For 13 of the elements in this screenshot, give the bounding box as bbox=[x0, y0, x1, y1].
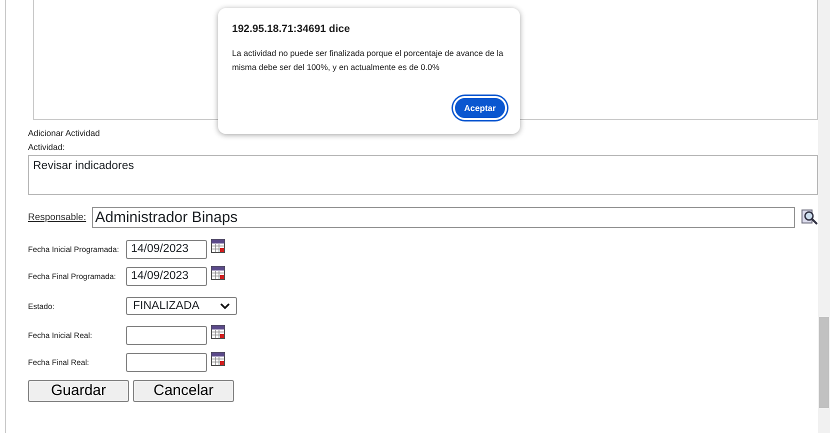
save-button[interactable]: Guardar bbox=[28, 380, 129, 402]
date-field[interactable]: 14/09/2023 bbox=[126, 267, 207, 286]
responsible-link[interactable]: Responsable: bbox=[28, 210, 86, 225]
dialog-title: 192.95.18.71:34691 dice bbox=[232, 22, 351, 37]
cancel-button[interactable]: Cancelar bbox=[133, 380, 234, 402]
activity-field[interactable]: Revisar indicadores bbox=[28, 155, 818, 196]
field-label: Actividad: bbox=[28, 142, 66, 152]
accept-button[interactable]: Aceptar bbox=[453, 96, 507, 120]
date-field[interactable]: 14/09/2023 bbox=[126, 240, 207, 260]
form-heading: Adicionar Actividad bbox=[28, 128, 101, 138]
status-dropdown[interactable]: FINALIZADA bbox=[126, 297, 237, 316]
dialog-message: La actividad no puede ser finalizada porque el porcentaje de avance de la misma debe ser del 100%, y en actualmente es de 0.0% bbox=[232, 46, 504, 74]
responsible-field[interactable]: Administrador Binaps bbox=[92, 207, 795, 228]
